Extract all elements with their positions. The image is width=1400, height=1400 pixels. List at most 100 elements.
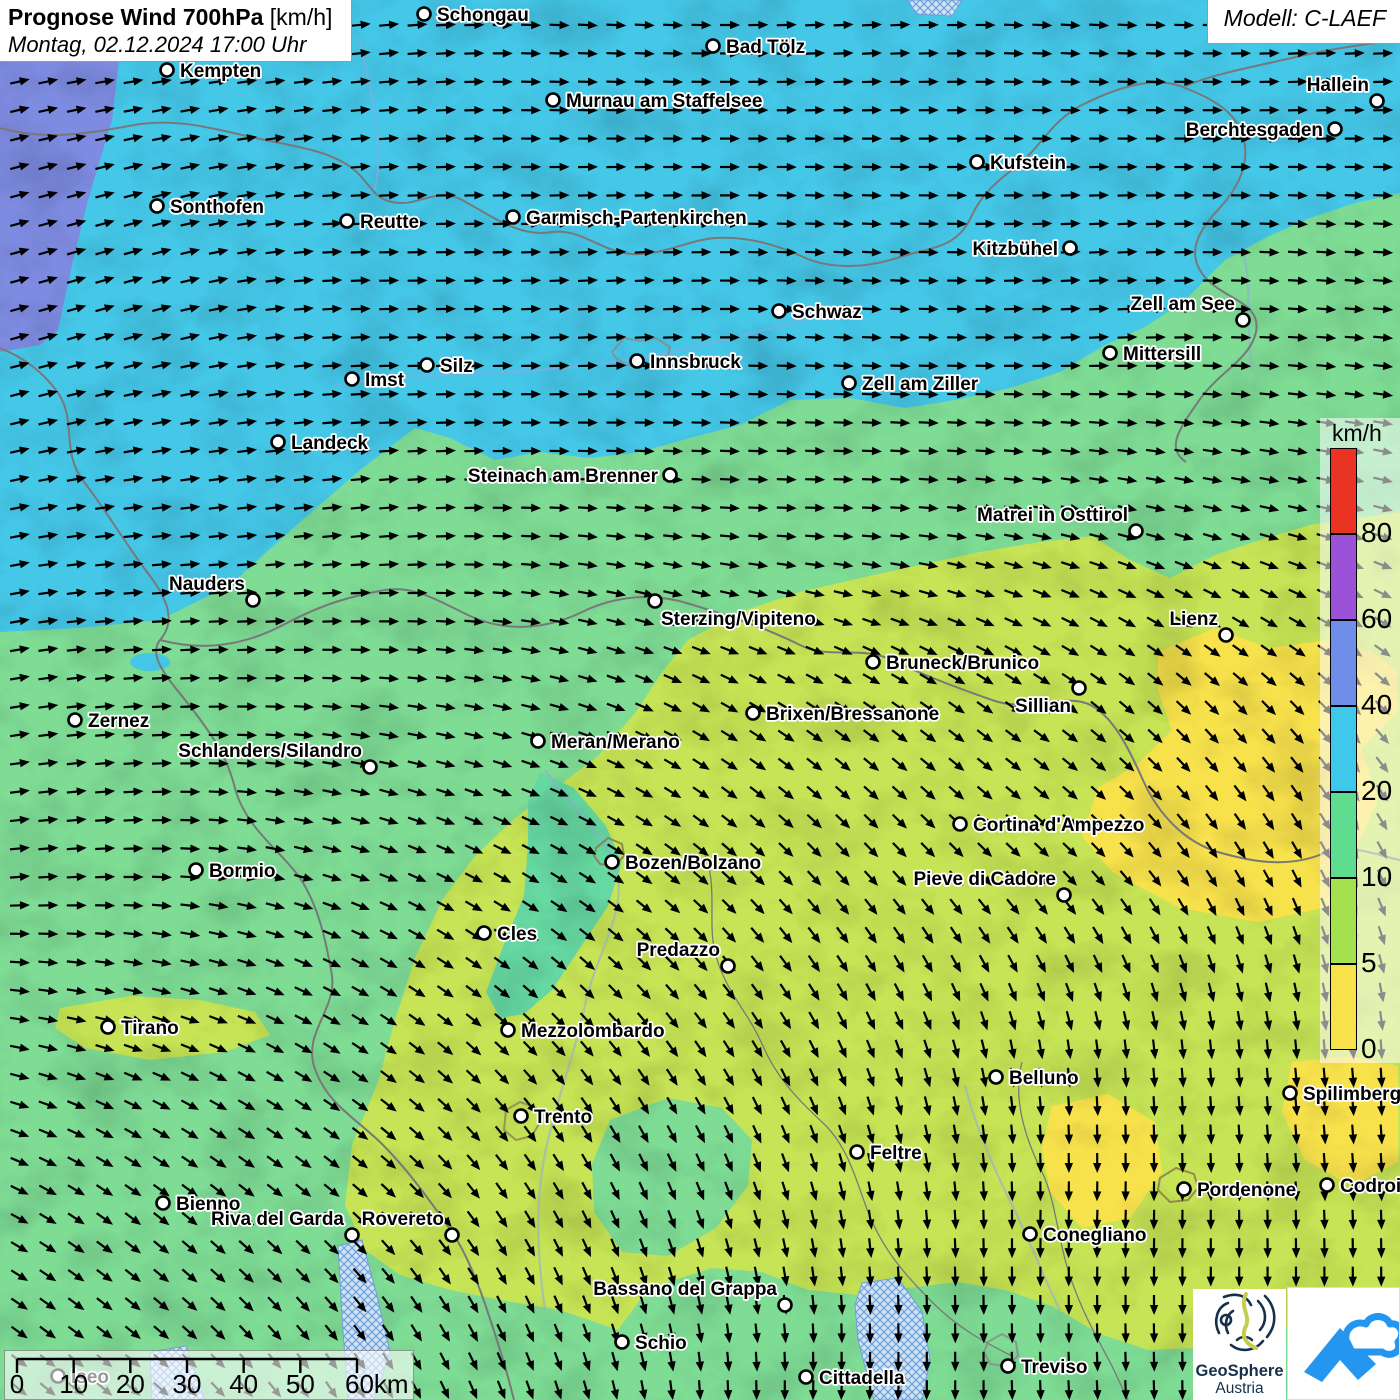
city-label: Brixen/Bressanone [766, 704, 939, 725]
city-marker [478, 927, 491, 940]
city-label: Treviso [1021, 1357, 1088, 1378]
scale-tick-label: 0 [10, 1369, 24, 1399]
city-marker [547, 94, 560, 107]
legend-unit: km/h [1332, 420, 1382, 447]
city-label: Zell am See [1130, 294, 1235, 315]
city-marker [779, 1299, 792, 1312]
scale-tick-label: 50 [286, 1369, 315, 1399]
city: Meran/Merano [532, 732, 680, 753]
city-label: Lienz [1169, 609, 1218, 630]
legend-color-20 [1330, 706, 1357, 792]
city-marker [1130, 525, 1143, 538]
city: Murnau am Staffelsee [547, 91, 763, 112]
model-label: Modell: C-LAEF [1207, 0, 1400, 44]
city-label: Bruneck/Brunico [886, 653, 1039, 674]
city-marker [1104, 347, 1117, 360]
city-label: Riva del Garda [211, 1209, 344, 1230]
city-marker [1371, 95, 1384, 108]
city: Cortina d'Ampezzo [954, 815, 1145, 836]
city-label: Matrei in Osttirol [977, 505, 1128, 526]
city-label: Pieve di Cadore [913, 869, 1056, 890]
city-label: Sillian [1015, 696, 1071, 717]
city-marker [1178, 1183, 1191, 1196]
legend-tick-label: 5 [1361, 949, 1400, 977]
city: Bruneck/Brunico [867, 653, 1040, 674]
city-label: Cortina d'Ampezzo [973, 815, 1144, 836]
city-marker [867, 656, 880, 669]
city-marker [1220, 629, 1233, 642]
city-label: Sonthofen [170, 197, 264, 218]
legend-color-5 [1330, 878, 1357, 964]
city-marker [421, 359, 434, 372]
city: Bozen/Bolzano [606, 853, 762, 874]
city-marker [515, 1110, 528, 1123]
city-label: Innsbruck [650, 352, 741, 373]
legend-color-10 [1330, 792, 1357, 878]
city-marker [773, 305, 786, 318]
city-marker [1284, 1087, 1297, 1100]
city-label: Conegliano [1043, 1225, 1146, 1246]
city: Mezzolombardo [502, 1021, 665, 1042]
scale-tick-label: 20 [116, 1369, 145, 1399]
city-label: Cles [497, 924, 537, 945]
city-label: Nauders [169, 574, 245, 595]
city-label: Reutte [360, 212, 419, 233]
legend-color-0 [1330, 964, 1357, 1050]
city-label: Meran/Merano [551, 732, 680, 753]
valid-time: Montag, 02.12.2024 17:00 Uhr [8, 32, 351, 58]
legend-tick-label: 80 [1361, 519, 1400, 547]
city-label: Mittersill [1123, 344, 1201, 365]
city-label: Kitzbühel [973, 239, 1059, 260]
wind-forecast-map: Schongau Bad Tölz Kempten Murnau am Staffel… [0, 0, 1400, 1400]
city-label: Bad Tölz [726, 37, 805, 58]
legend-color-40 [1330, 620, 1357, 706]
scale-tick-label: 10 [59, 1369, 88, 1399]
city-marker [722, 960, 735, 973]
weather-app-logo [1287, 1287, 1400, 1400]
map-canvas: Schongau Bad Tölz Kempten Murnau am Staffel… [0, 0, 1400, 1400]
city-marker [664, 469, 677, 482]
city-marker [1058, 889, 1071, 902]
geosphere-country: Austria [1193, 1380, 1286, 1398]
city-marker [990, 1071, 1003, 1084]
city-marker [747, 707, 760, 720]
city: Zell am Ziller [843, 374, 979, 395]
city-marker [418, 8, 431, 21]
city-label: Schwaz [792, 302, 862, 323]
city-marker [606, 856, 619, 869]
city-label: Schongau [437, 5, 529, 26]
city-marker [502, 1024, 515, 1037]
city-label: Predazzo [637, 940, 720, 961]
city-marker [272, 436, 285, 449]
city-marker [649, 595, 662, 608]
city-marker [341, 215, 354, 228]
city-label: Bozen/Bolzano [625, 853, 761, 874]
city-label: Cittadella [819, 1368, 905, 1389]
geosphere-logo-icon [1195, 1289, 1285, 1357]
legend-tick-label: 20 [1361, 777, 1400, 805]
lake [908, 0, 962, 16]
title-box: Prognose Wind 700hPa [km/h] Montag, 02.1… [0, 0, 352, 62]
city-marker [631, 355, 644, 368]
city-label: Schio [635, 1333, 687, 1354]
scale-bar-graphic: 0102030405060km [5, 1351, 413, 1399]
city-label: Bormio [209, 861, 276, 882]
mountain-cloud-icon [1288, 1288, 1399, 1399]
city-label: Kempten [180, 61, 261, 82]
city-marker [616, 1336, 629, 1349]
city-marker [69, 714, 82, 727]
scale-bar: 0102030405060km [4, 1350, 414, 1400]
legend-tick-label: 60 [1361, 605, 1400, 633]
city-label: Trento [534, 1107, 592, 1128]
city-label: Sterzing/Vipiteno [661, 609, 816, 630]
city-marker [1073, 682, 1086, 695]
city-marker [157, 1197, 170, 1210]
city-marker [532, 735, 545, 748]
city-label: Berchtesgaden [1186, 120, 1323, 141]
city-label: Mezzolombardo [521, 1021, 665, 1042]
city-marker [161, 64, 174, 77]
city-marker [364, 761, 377, 774]
city-label: Zernez [88, 711, 149, 732]
city-marker [851, 1146, 864, 1159]
city-label: Codroipo [1340, 1176, 1400, 1197]
